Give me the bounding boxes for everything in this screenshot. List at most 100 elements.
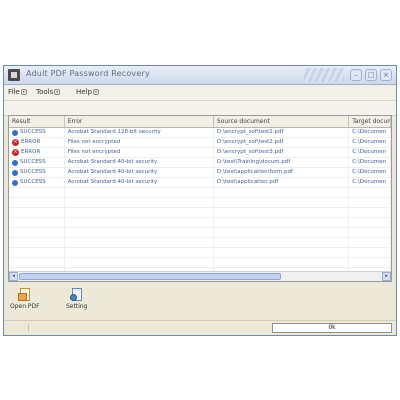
info-icon bbox=[12, 169, 18, 176]
status-value: 0k bbox=[272, 323, 392, 333]
result-text: SUCCESS bbox=[20, 129, 46, 135]
result-text: ERROR bbox=[21, 139, 41, 145]
table-row[interactable]: SUCCESS Acrobat Standard 40-bit security D… bbox=[9, 168, 391, 178]
scroll-left-button[interactable]: ◂ bbox=[9, 272, 18, 281]
menu-help[interactable]: Help ▾ bbox=[76, 88, 99, 96]
menu-tools[interactable]: Tools ▾ bbox=[36, 88, 61, 96]
cell-source-document: D:\test\Training\docum.pdf bbox=[214, 158, 350, 167]
cell-error: Acrobat Standard 40-bit security bbox=[65, 158, 214, 167]
minimize-button[interactable]: – bbox=[350, 69, 362, 81]
cell-error: Files not encrypted bbox=[65, 148, 214, 157]
info-icon bbox=[12, 129, 18, 136]
empty-cell bbox=[214, 228, 350, 237]
cell-result: × ERROR bbox=[9, 148, 65, 157]
table-row[interactable]: × ERROR Files not encrypted D:\encrypt_sof\… bbox=[9, 138, 391, 148]
empty-cell bbox=[9, 188, 65, 197]
empty-cell bbox=[65, 218, 214, 227]
cell-result: SUCCESS bbox=[9, 158, 65, 167]
cell-result: SUCCESS bbox=[9, 178, 65, 187]
menu-help-label: Help bbox=[76, 88, 92, 96]
cell-error: Acrobat Standard 128-bit security bbox=[65, 128, 214, 137]
column-target-document[interactable]: Target docum bbox=[349, 116, 391, 127]
settings-label: Setting bbox=[66, 303, 88, 310]
empty-cell bbox=[65, 188, 214, 197]
table-row-empty bbox=[9, 208, 391, 218]
empty-cell bbox=[65, 208, 214, 217]
cell-source-document: D:\encrypt_sof\test2.pdf bbox=[214, 138, 350, 147]
empty-cell bbox=[349, 208, 391, 217]
column-result[interactable]: Result bbox=[9, 116, 65, 127]
cell-target-document: C:\Documen bbox=[349, 128, 391, 137]
title-bar[interactable]: Adult PDF Password Recovery – □ × bbox=[4, 66, 396, 85]
open-pdf-icon bbox=[17, 287, 32, 303]
result-text: SUCCESS bbox=[20, 159, 46, 165]
open-pdf-label: Open PDF bbox=[10, 303, 40, 310]
empty-cell bbox=[9, 218, 65, 227]
table-row-empty bbox=[9, 238, 391, 248]
table-row-empty bbox=[9, 228, 391, 238]
close-button[interactable]: × bbox=[380, 69, 392, 81]
table-row[interactable]: SUCCESS Acrobat Standard 40-bit security D… bbox=[9, 178, 391, 188]
empty-cell bbox=[65, 248, 214, 257]
app-icon bbox=[8, 69, 20, 81]
settings-button[interactable]: Setting bbox=[66, 287, 87, 310]
info-icon bbox=[12, 179, 18, 186]
empty-cell bbox=[65, 198, 214, 207]
table-row[interactable]: SUCCESS Acrobat Standard 40-bit security D… bbox=[9, 158, 391, 168]
cell-target-document: C:\Documen bbox=[349, 158, 391, 167]
horizontal-scrollbar[interactable]: ◂ ▸ bbox=[9, 271, 391, 281]
maximize-button[interactable]: □ bbox=[365, 69, 377, 81]
table-row[interactable]: SUCCESS Acrobat Standard 128-bit security… bbox=[9, 128, 391, 138]
table-row-empty bbox=[9, 258, 391, 268]
chevron-down-icon: ▾ bbox=[92, 89, 99, 95]
table-header: Result Error Source document Target docu… bbox=[9, 116, 391, 128]
bottom-toolbar: Open PDF Setting bbox=[8, 285, 392, 317]
results-table[interactable]: Result Error Source document Target docu… bbox=[8, 115, 392, 282]
cell-source-document: D:\test\application\form.pdf bbox=[214, 168, 350, 177]
empty-cell bbox=[214, 188, 350, 197]
cell-error: Acrobat Standard 40-bit security bbox=[65, 168, 214, 177]
empty-cell bbox=[349, 258, 391, 267]
empty-cell bbox=[214, 198, 350, 207]
table-row-empty bbox=[9, 248, 391, 258]
empty-cell bbox=[65, 228, 214, 237]
table-row-empty bbox=[9, 188, 391, 198]
empty-cell bbox=[9, 258, 65, 267]
cell-target-document: C:\Documen bbox=[349, 148, 391, 157]
menu-file[interactable]: File ▾ bbox=[8, 88, 27, 96]
cell-source-document: D:\encrypt_sof\test1.pdf bbox=[214, 128, 350, 137]
column-error[interactable]: Error bbox=[65, 116, 214, 127]
error-icon: × bbox=[12, 149, 19, 156]
cell-source-document: D:\test\application.pdf bbox=[214, 178, 350, 187]
cell-result: SUCCESS bbox=[9, 128, 65, 137]
empty-cell bbox=[214, 208, 350, 217]
result-text: ERROR bbox=[21, 149, 41, 155]
empty-cell bbox=[349, 198, 391, 207]
cell-target-document: C:\Documen bbox=[349, 178, 391, 187]
empty-cell bbox=[349, 238, 391, 247]
open-pdf-button[interactable]: Open PDF bbox=[10, 287, 40, 310]
cell-target-document: C:\Documen bbox=[349, 138, 391, 147]
scroll-right-button[interactable]: ▸ bbox=[382, 272, 391, 281]
column-source-document[interactable]: Source document bbox=[214, 116, 350, 127]
empty-cell bbox=[214, 258, 350, 267]
menu-tools-label: Tools bbox=[36, 88, 54, 96]
table-row-empty bbox=[9, 198, 391, 208]
chevron-down-icon: ▾ bbox=[54, 89, 61, 95]
empty-cell bbox=[349, 188, 391, 197]
cell-source-document: D:\encrypt_sof\test3.pdf bbox=[214, 148, 350, 157]
result-text: SUCCESS bbox=[20, 179, 46, 185]
result-text: SUCCESS bbox=[20, 169, 46, 175]
empty-cell bbox=[349, 248, 391, 257]
empty-cell bbox=[349, 228, 391, 237]
table-row-empty bbox=[9, 218, 391, 228]
cell-target-document: C:\Documen bbox=[349, 168, 391, 177]
menu-file-label: File bbox=[8, 88, 20, 96]
empty-cell bbox=[9, 238, 65, 247]
status-segment bbox=[8, 324, 29, 332]
table-row[interactable]: × ERROR Files not encrypted D:\encrypt_sof\… bbox=[9, 148, 391, 158]
info-icon bbox=[12, 159, 18, 166]
cell-result: × ERROR bbox=[9, 138, 65, 147]
scrollbar-thumb[interactable] bbox=[19, 273, 281, 280]
empty-cell bbox=[9, 208, 65, 217]
